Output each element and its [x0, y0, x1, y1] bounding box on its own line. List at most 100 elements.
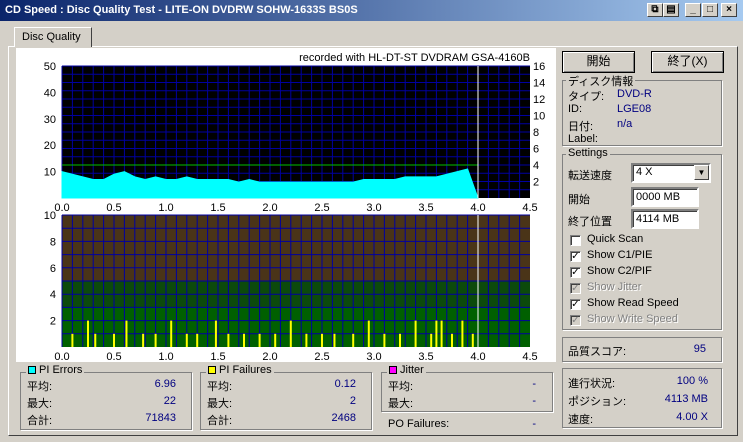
- top-y-tick: 20: [44, 140, 56, 152]
- minimize-button[interactable]: _: [685, 3, 701, 17]
- start-pos-label: 開始: [568, 194, 590, 206]
- pi-failures-bar: [142, 333, 145, 347]
- pi-failures-bar: [185, 333, 188, 347]
- top-y-tick: 30: [44, 114, 56, 126]
- top-x-tick: 4.5: [522, 202, 537, 214]
- disc-quality-charts: recorded with HL-DT-ST DVDRAM GSA-4160B 1…: [44, 52, 546, 363]
- speed-label: 転送速度: [568, 170, 612, 182]
- pi-failures-bar: [125, 320, 128, 347]
- po-failures-value: -: [532, 418, 536, 430]
- quality-score-value: 95: [693, 343, 706, 355]
- window-title: CD Speed : Disc Quality Test - LITE-ON D…: [5, 4, 358, 16]
- bottom-x-tick: 4.5: [522, 351, 537, 362]
- checkbox-show-c2-pif[interactable]: ✓: [570, 267, 581, 278]
- quality-score-label: 品質スコア:: [568, 346, 627, 358]
- bottom-y-tick: 2: [50, 316, 56, 328]
- progress-value: 100 %: [676, 375, 708, 387]
- date-value: n/a: [617, 118, 633, 130]
- pi-failures-bar: [440, 320, 443, 347]
- current-speed-label: 速度:: [568, 414, 594, 426]
- pi-errors-title-text: PI Errors: [39, 364, 83, 376]
- speed-select[interactable]: 4 X ▼: [631, 163, 711, 183]
- settings-title: Settings: [566, 147, 610, 159]
- pi-failures-bar: [196, 333, 199, 347]
- top-y-tick: 50: [44, 61, 56, 73]
- pi-failures-bar: [333, 333, 336, 347]
- pi-failures-avg-label: 平均:: [207, 381, 233, 393]
- pi-failures-swatch: [208, 366, 216, 374]
- jitter-max: -: [532, 395, 536, 407]
- info-icon[interactable]: ▤: [663, 3, 679, 17]
- bottom-y-tick: 4: [50, 289, 56, 301]
- end-pos-label: 終了位置: [568, 216, 612, 228]
- bottom-x-tick: 3.5: [418, 351, 433, 362]
- start-pos-input[interactable]: 0000 MB: [631, 187, 699, 207]
- top-y-tick-right: 10: [533, 111, 545, 123]
- chevron-down-icon[interactable]: ▼: [694, 165, 709, 180]
- pi-failures-bar: [471, 333, 474, 347]
- checkbox-show-read-speed[interactable]: ✓: [570, 299, 581, 310]
- pi-failures-bar: [227, 333, 230, 347]
- top-x-tick: 1.5: [210, 202, 225, 214]
- pi-failures-total: 2468: [331, 412, 356, 424]
- top-x-tick: 2.0: [262, 202, 277, 214]
- checkbox-show-c1-pie[interactable]: ✓: [570, 251, 581, 262]
- pi-failures-bar: [94, 333, 97, 347]
- pi-failures-bar: [435, 320, 438, 347]
- pi-failures-bar: [214, 320, 217, 347]
- pi-errors-total-label: 合計:: [27, 415, 53, 427]
- bottom-x-tick: 0.0: [54, 351, 69, 362]
- top-x-tick: 3.0: [366, 202, 381, 214]
- jitter-avg-label: 平均:: [388, 381, 414, 393]
- chart-area: recorded with HL-DT-ST DVDRAM GSA-4160B 1…: [16, 48, 556, 363]
- exit-button[interactable]: 終了(X): [651, 51, 724, 73]
- checkbox-label: Show Write Speed: [587, 313, 678, 325]
- jitter-title: Jitter: [387, 364, 426, 376]
- disc-label-label: Label:: [568, 133, 598, 145]
- top-x-tick: 1.0: [158, 202, 173, 214]
- pi-failures-bar: [274, 333, 277, 347]
- pi-failures-title: PI Failures: [206, 364, 274, 376]
- id-label: ID:: [568, 103, 583, 115]
- top-x-tick: 0.0: [54, 202, 69, 214]
- current-speed-value: 4.00 X: [676, 411, 708, 423]
- pi-failures-bar: [321, 333, 323, 347]
- jitter-avg: -: [532, 378, 536, 390]
- pi-failures-bar: [154, 333, 157, 347]
- close-button[interactable]: ×: [721, 3, 737, 17]
- pi-failures-avg: 0.12: [334, 378, 356, 390]
- pi-failures-total-label: 合計:: [207, 415, 233, 427]
- top-x-tick: 4.0: [470, 202, 485, 214]
- bottom-y-tick: 6: [50, 263, 56, 275]
- top-x-tick: 0.5: [106, 202, 121, 214]
- checkbox-quick-scan[interactable]: [570, 235, 581, 246]
- start-button[interactable]: 開始: [562, 51, 635, 73]
- checkbox-show-write-speed: ✓: [570, 315, 581, 326]
- speed-select-value: 4 X: [636, 166, 653, 178]
- bottom-x-tick: 4.0: [470, 351, 485, 362]
- top-y-tick-right: 14: [533, 78, 545, 90]
- type-value: DVD-R: [617, 88, 652, 100]
- maximize-button[interactable]: □: [702, 3, 718, 17]
- pi-errors-title: PI Errors: [26, 364, 85, 376]
- bottom-x-tick: 3.0: [366, 351, 381, 362]
- pif-zone-good: [62, 307, 530, 347]
- pi-failures-bar: [430, 333, 433, 347]
- type-label: タイプ:: [568, 91, 605, 103]
- checkbox-label: Quick Scan: [587, 233, 644, 245]
- pi-failures-title-text: PI Failures: [219, 364, 272, 376]
- top-x-tick: 3.5: [418, 202, 433, 214]
- bottom-y-tick: 8: [50, 236, 56, 248]
- pi-failures-bar: [383, 333, 386, 347]
- top-y-tick: 10: [44, 167, 56, 179]
- chart-header: recorded with HL-DT-ST DVDRAM GSA-4160B: [299, 52, 530, 64]
- end-pos-input[interactable]: 4114 MB: [631, 209, 699, 229]
- top-y-tick-right: 2: [533, 177, 539, 189]
- pi-failures-bar: [305, 333, 308, 347]
- pi-failures-max-label: 最大:: [207, 398, 233, 410]
- tab-disc-quality[interactable]: Disc Quality: [14, 27, 92, 47]
- pi-failures-bar: [367, 320, 370, 347]
- pif-zone-bad: [62, 215, 530, 281]
- restore-icon[interactable]: ⧉: [647, 3, 663, 17]
- pi-failures-max: 2: [349, 395, 356, 407]
